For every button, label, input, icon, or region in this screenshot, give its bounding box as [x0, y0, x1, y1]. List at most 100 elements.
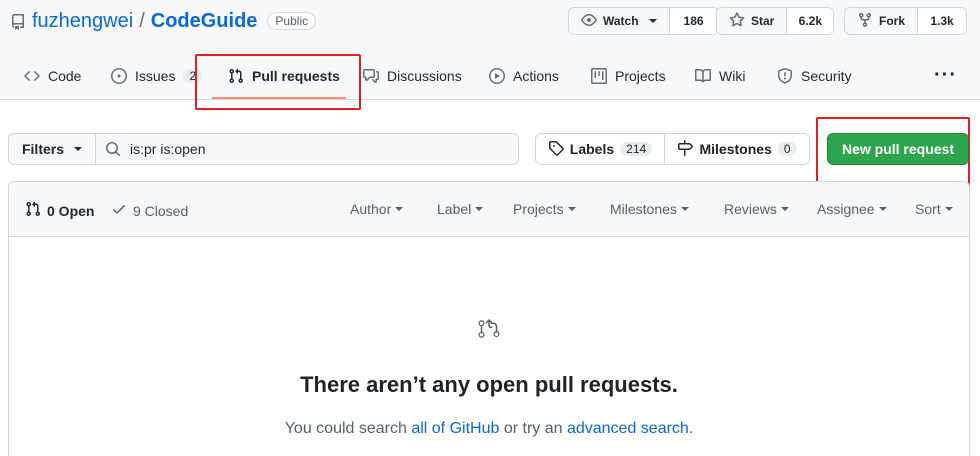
- repo-separator: /: [139, 9, 145, 32]
- search-all-github-link[interactable]: all of GitHub: [411, 420, 499, 437]
- tab-pull-requests[interactable]: Pull requests: [228, 56, 340, 96]
- label-filter-label: Label: [437, 201, 472, 217]
- fork-icon: [857, 12, 873, 31]
- search-icon: [96, 134, 130, 164]
- active-tab-underline: [212, 97, 346, 99]
- more-options-icon[interactable]: ···: [934, 64, 957, 87]
- tab-label: Wiki: [719, 68, 746, 84]
- blankslate-description: You could search all of GitHub or try an…: [9, 420, 969, 438]
- repo-owner-link[interactable]: fuzhengwei: [32, 10, 133, 33]
- pull-request-icon: [228, 68, 244, 84]
- author-filter[interactable]: Author: [350, 201, 404, 217]
- tag-icon: [548, 140, 564, 159]
- tab-issues[interactable]: Issues 2: [111, 56, 203, 96]
- chevron-down-icon: [475, 207, 484, 211]
- chevron-down-icon: [878, 207, 887, 211]
- fork-button[interactable]: Fork: [845, 8, 919, 34]
- closed-count-label: 9 Closed: [133, 202, 189, 219]
- star-count[interactable]: 6.2k: [787, 8, 834, 34]
- projects-filter-label: Projects: [513, 201, 564, 217]
- chevron-down-icon: [780, 207, 789, 211]
- tab-label: Projects: [615, 68, 666, 84]
- issues-count-badge: 2: [183, 69, 203, 83]
- chevron-down-icon: [74, 147, 82, 151]
- new-pull-request-button[interactable]: New pull request: [827, 133, 969, 165]
- tab-label: Pull requests: [252, 68, 340, 84]
- open-pull-requests-tab[interactable]: 0 Open: [25, 201, 94, 220]
- watch-count[interactable]: 186: [669, 8, 718, 34]
- closed-pull-requests-tab[interactable]: 9 Closed: [111, 201, 188, 220]
- labels-label: Labels: [569, 141, 615, 157]
- chevron-down-icon: [648, 19, 657, 23]
- pull-request-list-header: 0 Open 9 Closed Author Label Projects Mi…: [9, 182, 969, 237]
- tab-label: Code: [48, 68, 82, 84]
- filters-dropdown-button[interactable]: Filters: [8, 133, 96, 165]
- fork-button-group: Fork 1.3k: [844, 7, 968, 35]
- repo-icon: [10, 13, 26, 30]
- fork-label: Fork: [879, 14, 906, 28]
- repo-tabs: Code Issues 2 Pull requests Discussions: [0, 56, 980, 100]
- discussions-icon: [363, 68, 379, 84]
- tab-security[interactable]: Security: [777, 56, 852, 96]
- pull-request-icon: [25, 201, 41, 220]
- fork-count[interactable]: 1.3k: [918, 8, 967, 34]
- milestones-count-badge: 0: [777, 142, 797, 156]
- milestones-filter[interactable]: Milestones: [610, 201, 689, 217]
- repo-title: fuzhengwei / CodeGuide Public: [10, 8, 317, 34]
- project-icon: [591, 68, 607, 84]
- projects-filter[interactable]: Projects: [513, 201, 576, 217]
- blankslate-text-prefix: You could search: [284, 420, 412, 437]
- labels-button[interactable]: Labels 214: [535, 133, 665, 165]
- issue-icon: [111, 68, 127, 84]
- book-icon: [695, 68, 711, 84]
- filters-label: Filters: [21, 141, 64, 157]
- assignee-filter[interactable]: Assignee: [817, 201, 887, 217]
- tab-label: Actions: [513, 68, 559, 84]
- tab-actions[interactable]: Actions: [489, 56, 559, 96]
- tab-label: Discussions: [387, 68, 462, 84]
- visibility-badge: Public: [267, 12, 317, 30]
- shield-icon: [777, 68, 793, 84]
- play-icon: [489, 68, 505, 84]
- tab-code[interactable]: Code: [24, 56, 81, 96]
- assignee-filter-label: Assignee: [817, 201, 875, 217]
- blankslate-text-suffix: .: [688, 420, 694, 437]
- tab-wiki[interactable]: Wiki: [695, 56, 745, 96]
- search-field: [95, 133, 519, 165]
- check-icon: [111, 201, 127, 220]
- chevron-down-icon: [567, 207, 576, 211]
- chevron-down-icon: [944, 207, 953, 211]
- pull-request-icon: [477, 317, 501, 341]
- star-button-group: Star 6.2k: [716, 7, 835, 35]
- author-filter-label: Author: [350, 201, 392, 217]
- watch-button-group: Watch 186: [568, 7, 719, 35]
- eye-icon: [581, 12, 597, 31]
- tab-projects[interactable]: Projects: [591, 56, 666, 96]
- tab-label: Security: [801, 68, 852, 84]
- pull-request-list: 0 Open 9 Closed Author Label Projects Mi…: [8, 181, 970, 456]
- advanced-search-link[interactable]: advanced search: [567, 420, 689, 437]
- star-icon: [729, 11, 745, 31]
- chevron-down-icon: [395, 207, 404, 211]
- blankslate-title: There aren’t any open pull requests.: [300, 372, 678, 397]
- reviews-filter[interactable]: Reviews: [724, 201, 789, 217]
- milestones-button[interactable]: Milestones 0: [664, 133, 810, 165]
- reviews-filter-label: Reviews: [724, 201, 777, 217]
- blankslate-text-middle: or try an: [499, 420, 567, 437]
- code-icon: [24, 68, 40, 84]
- watch-button[interactable]: Watch: [569, 8, 670, 34]
- open-count-label: 0 Open: [47, 202, 95, 219]
- sort-filter-label: Sort: [915, 201, 941, 217]
- tab-discussions[interactable]: Discussions: [363, 56, 462, 96]
- tab-label: Issues: [135, 68, 176, 84]
- star-button[interactable]: Star: [717, 8, 788, 34]
- sort-filter[interactable]: Sort: [915, 201, 953, 217]
- milestones-label: Milestones: [699, 141, 772, 157]
- repo-header: fuzhengwei / CodeGuide Public Watch 186 …: [0, 0, 980, 100]
- search-input[interactable]: [130, 141, 510, 157]
- label-filter[interactable]: Label: [437, 201, 484, 217]
- milestone-icon: [677, 139, 694, 159]
- labels-count-badge: 214: [620, 142, 653, 156]
- repo-name-link[interactable]: CodeGuide: [151, 10, 258, 33]
- star-label: Star: [751, 14, 775, 28]
